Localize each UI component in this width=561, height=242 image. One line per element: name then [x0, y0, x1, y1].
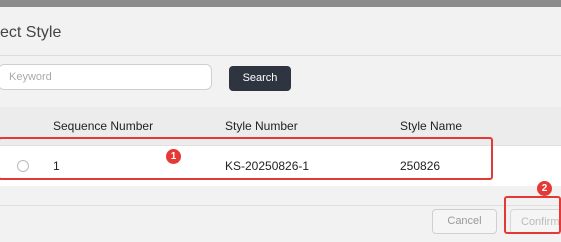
search-button[interactable]: Search	[229, 66, 291, 91]
top-overlay-bar	[0, 0, 561, 7]
confirm-highlight-box	[504, 196, 561, 234]
select-style-dialog: ect Style Search Sequence Number Style N…	[0, 7, 561, 242]
row-highlight-box	[0, 137, 493, 180]
footer-divider	[0, 205, 561, 206]
step-1-badge: 1	[166, 149, 181, 164]
step-2-badge: 2	[537, 181, 552, 196]
keyword-input[interactable]	[0, 64, 212, 90]
title-divider	[0, 55, 561, 56]
dialog-title: ect Style	[0, 24, 62, 41]
cancel-button[interactable]: Cancel	[432, 209, 497, 234]
